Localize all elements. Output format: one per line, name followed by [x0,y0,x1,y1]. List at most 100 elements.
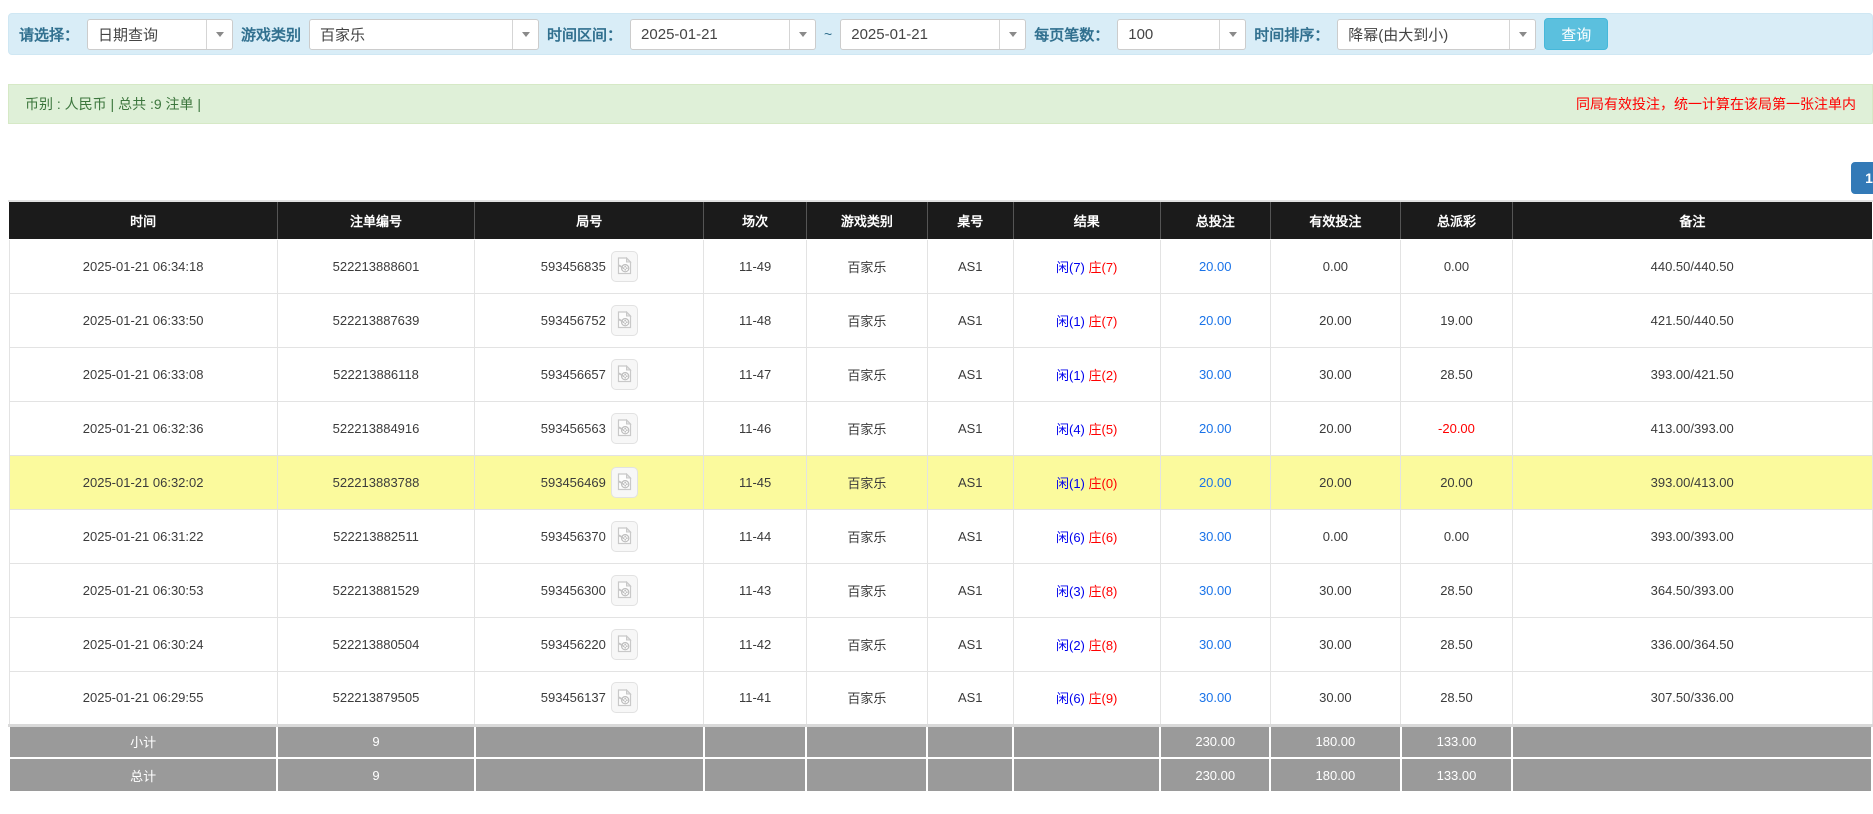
same-round-notice-text: 同局有效投注，统一计算在该局第一张注单内 [1576,94,1856,114]
cell-payout: 28.50 [1401,347,1513,401]
chevron-down-icon[interactable] [789,20,815,49]
summary-label: 总计 [9,758,277,791]
result-player-text: 闲(1) [1056,476,1085,491]
video-record-icon[interactable] [611,629,638,660]
time-sort-select[interactable]: 降幂(由大到小) [1337,19,1536,50]
table-row: 2025-01-21 06:31:22 522213882511 5934563… [9,509,1872,563]
table-row: 2025-01-21 06:34:18 522213888601 5934568… [9,239,1872,293]
table-header-row: 时间 注单编号 局号 场次 游戏类别 桌号 结果 总投注 有效投注 总派彩 备注 [9,202,1872,239]
cell-round-no: 593456469 [475,455,704,509]
date-to-select[interactable]: 2025-01-21 [840,19,1026,50]
result-banker-text: 庄(8) [1089,638,1118,653]
chevron-down-icon[interactable] [1219,20,1245,49]
video-record-icon[interactable] [611,521,638,552]
cell-table-no: AS1 [927,617,1013,671]
col-header-round-no: 局号 [475,202,704,239]
page-size-label: 每页笔数： [1034,24,1109,45]
col-header-session: 场次 [704,202,806,239]
cell-bet-id: 522213884916 [277,401,474,455]
total-bet-link[interactable]: 30.00 [1199,637,1232,652]
cell-round-no: 593456370 [475,509,704,563]
game-type-select[interactable]: 百家乐 [309,19,539,50]
summary-valid-bet: 180.00 [1270,758,1400,791]
cell-payout: 28.50 [1401,671,1513,725]
cell-remark: 393.00/421.50 [1512,347,1872,401]
video-record-icon[interactable] [611,575,638,606]
cell-remark: 421.50/440.50 [1512,293,1872,347]
summary-total-bet: 230.00 [1160,725,1270,758]
total-bet-link[interactable]: 20.00 [1199,313,1232,328]
round-no-text: 593456220 [541,637,606,652]
chevron-down-icon[interactable] [512,20,538,49]
col-header-payout: 总派彩 [1401,202,1513,239]
summary-total-bet: 230.00 [1160,758,1270,791]
video-record-icon[interactable] [611,305,638,336]
cell-valid-bet: 20.00 [1270,455,1400,509]
cell-remark: 364.50/393.00 [1512,563,1872,617]
cell-total-bet: 30.00 [1160,347,1270,401]
cell-valid-bet: 20.00 [1270,401,1400,455]
result-player-text: 闲(3) [1056,584,1085,599]
cell-remark: 393.00/413.00 [1512,455,1872,509]
cell-total-bet: 20.00 [1160,293,1270,347]
col-header-remark: 备注 [1512,202,1872,239]
round-no-text: 593456370 [541,529,606,544]
cell-session: 11-44 [704,509,806,563]
cell-table-no: AS1 [927,239,1013,293]
cell-remark: 307.50/336.00 [1512,671,1872,725]
cell-time: 2025-01-21 06:32:36 [9,401,277,455]
cell-session: 11-41 [704,671,806,725]
cell-table-no: AS1 [927,671,1013,725]
cell-result: 闲(2) 庄(8) [1013,617,1160,671]
total-bet-link[interactable]: 20.00 [1199,475,1232,490]
total-bet-link[interactable]: 30.00 [1199,690,1232,705]
cell-session: 11-48 [704,293,806,347]
date-range-separator: ~ [824,26,832,42]
cell-session: 11-42 [704,617,806,671]
summary-label: 小计 [9,725,277,758]
total-bet-link[interactable]: 30.00 [1199,529,1232,544]
col-header-result: 结果 [1013,202,1160,239]
cell-table-no: AS1 [927,293,1013,347]
game-type-value: 百家乐 [310,24,512,45]
summary-valid-bet: 180.00 [1270,725,1400,758]
total-bet-link[interactable]: 30.00 [1199,367,1232,382]
col-header-time: 时间 [9,202,277,239]
cell-total-bet: 30.00 [1160,563,1270,617]
cell-remark: 336.00/364.50 [1512,617,1872,671]
cell-result: 闲(6) 庄(9) [1013,671,1160,725]
search-button[interactable]: 查询 [1544,18,1608,50]
video-record-icon[interactable] [611,467,638,498]
video-record-icon[interactable] [611,682,638,713]
result-player-text: 闲(7) [1056,260,1085,275]
table-row: 2025-01-21 06:32:02 522213883788 5934564… [9,455,1872,509]
cell-payout: 28.50 [1401,563,1513,617]
page-1-button[interactable]: 1 [1851,162,1873,194]
total-bet-link[interactable]: 30.00 [1199,583,1232,598]
page-size-value: 100 [1118,26,1219,43]
total-bet-link[interactable]: 20.00 [1199,421,1232,436]
chevron-down-icon[interactable] [206,20,232,49]
chevron-down-icon[interactable] [1509,20,1535,49]
video-record-icon[interactable] [611,251,638,282]
cell-bet-id: 522213883788 [277,455,474,509]
total-bet-link[interactable]: 20.00 [1199,259,1232,274]
query-type-select[interactable]: 日期查询 [87,19,233,50]
result-banker-text: 庄(6) [1089,530,1118,545]
video-record-icon[interactable] [611,359,638,390]
table-row: 2025-01-21 06:30:24 522213880504 5934562… [9,617,1872,671]
cell-table-no: AS1 [927,455,1013,509]
result-banker-text: 庄(8) [1089,584,1118,599]
date-from-select[interactable]: 2025-01-21 [630,19,816,50]
chevron-down-icon[interactable] [999,20,1025,49]
cell-valid-bet: 30.00 [1270,617,1400,671]
table-row: 2025-01-21 06:32:36 522213884916 5934565… [9,401,1872,455]
cell-remark: 393.00/393.00 [1512,509,1872,563]
video-record-icon[interactable] [611,413,638,444]
cell-game-type: 百家乐 [806,239,927,293]
round-no-text: 593456137 [541,690,606,705]
cell-time: 2025-01-21 06:32:02 [9,455,277,509]
page-size-select[interactable]: 100 [1117,19,1246,50]
result-player-text: 闲(6) [1056,530,1085,545]
cell-session: 11-43 [704,563,806,617]
